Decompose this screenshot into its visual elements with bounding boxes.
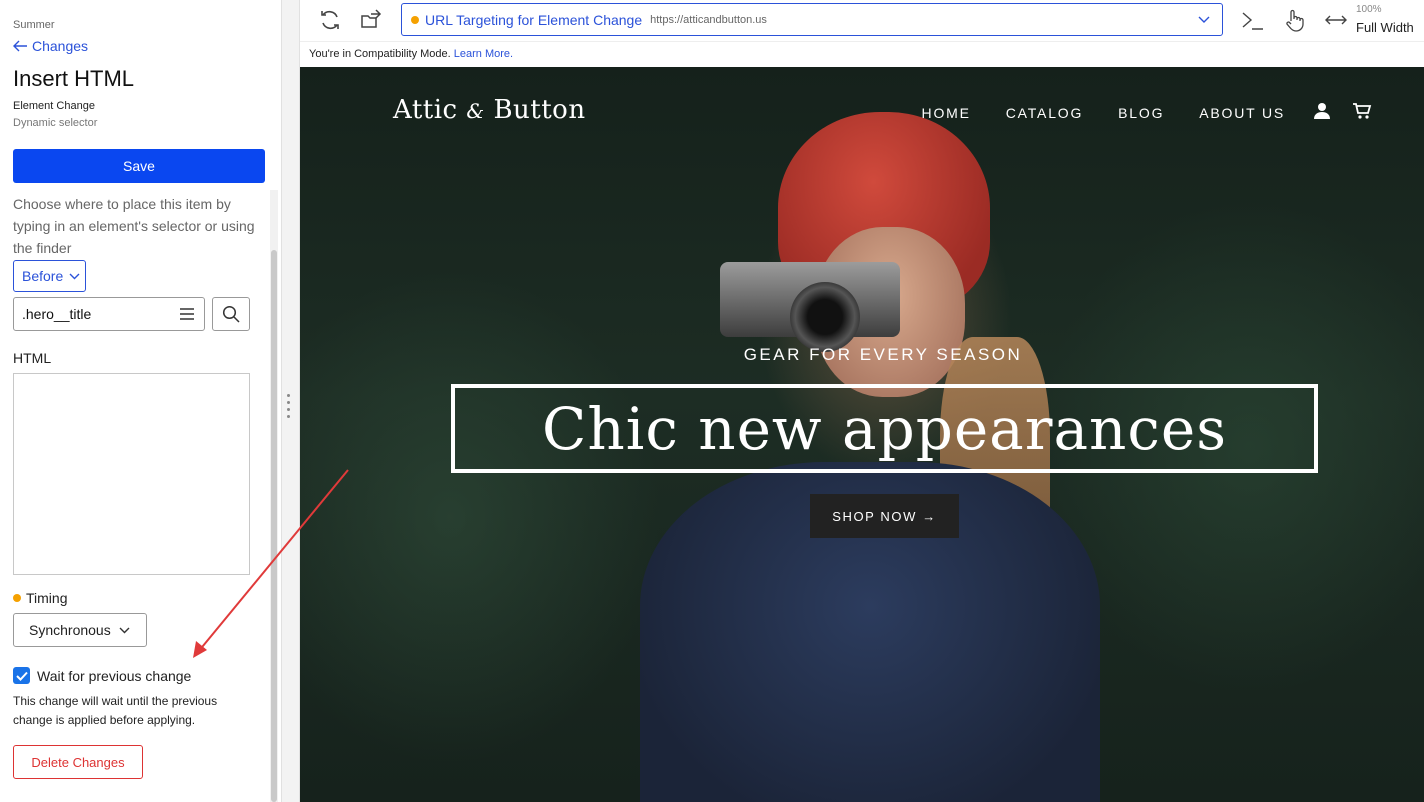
logo-word-1: Attic [393,95,458,125]
hero-photo-lens [790,282,860,352]
zoom-percent: 100% [1356,4,1382,15]
compat-message: You're in Compatibility Mode. [309,48,451,60]
chevron-down-icon [119,627,130,633]
save-button[interactable]: Save [13,149,265,183]
viewport-width-label[interactable]: Full Width [1356,20,1414,35]
position-select[interactable]: Before [13,260,86,292]
checkmark-icon [15,671,28,681]
url-address: https://atticandbutton.us [650,13,767,26]
hero-title[interactable]: Chic new appearances [451,384,1318,473]
panel-scrollbar-thumb[interactable] [271,250,277,802]
pointer-hand-icon[interactable] [1280,6,1308,34]
back-to-changes-link[interactable]: Changes [13,38,88,54]
wait-help-text: This change will wait until the previous… [13,694,218,727]
console-icon[interactable] [1238,6,1266,34]
chevron-down-icon [69,273,80,279]
cart-icon[interactable] [1352,101,1372,121]
timing-label: Timing [13,590,68,606]
arrow-left-icon [13,40,27,52]
site-nav: HOME CATALOG BLOG ABOUT US [922,105,1285,121]
site-logo[interactable]: Attic & Button [393,95,586,125]
hero-subtitle: GEAR FOR EVERY SEASON [743,345,1023,364]
url-target-name: URL Targeting for Element Change [425,11,643,28]
timing-label-text: Timing [26,590,68,606]
menu-lines-icon[interactable] [179,307,195,321]
compatibility-banner: You're in Compatibility Mode. Learn More… [300,41,1424,67]
editor-panel: Summer Changes Insert HTML Element Chang… [0,0,281,802]
preview-toolbar: URL Targeting for Element Change https:/… [300,0,1424,41]
chevron-down-icon [1198,16,1210,23]
finder-button[interactable] [212,297,250,331]
selector-input[interactable]: .hero__title [13,297,205,331]
logo-ampersand: & [466,99,485,123]
change-type: Element Change [13,100,95,112]
learn-more-link[interactable]: Learn More. [454,48,513,60]
wait-checkbox-row[interactable]: Wait for previous change [13,667,191,684]
timing-select-value: Synchronous [29,622,111,638]
selector-mode: Dynamic selector [13,117,98,129]
account-icon[interactable] [1312,101,1332,121]
selector-input-value: .hero__title [22,306,92,322]
site-preview[interactable]: Attic & Button HOME CATALOG BLOG ABOUT U… [300,67,1424,802]
back-label: Changes [32,38,89,54]
wait-checkbox-label: Wait for previous change [37,667,192,684]
position-select-value: Before [22,268,64,284]
handle-dot [287,394,290,397]
page-title: Insert HTML [13,66,135,91]
wait-checkbox[interactable] [13,667,30,684]
shop-now-button[interactable]: SHOP NOW → [810,494,959,538]
logo-word-2: Button [493,95,586,125]
resize-handle[interactable] [287,394,291,418]
nav-catalog[interactable]: CATALOG [1006,105,1083,121]
refresh-icon[interactable] [316,6,344,34]
handle-dot [287,415,290,418]
handle-dot [287,401,290,404]
breadcrumb: Summer [13,19,55,31]
html-textarea[interactable] [13,373,250,575]
delete-changes-button[interactable]: Delete Changes [13,745,143,779]
search-icon [222,305,240,323]
resize-horizontal-icon[interactable] [1322,6,1350,34]
html-label: HTML [13,350,52,366]
url-status-dot [411,15,419,24]
placement-help-text: Choose where to place this item by typin… [13,196,255,256]
nav-about-us[interactable]: ABOUT US [1199,105,1285,121]
handle-dot [287,408,290,411]
nav-home[interactable]: HOME [922,105,971,121]
timing-indicator-dot [13,594,21,602]
nav-icons [1312,101,1372,121]
open-external-icon[interactable] [357,6,385,34]
nav-blog[interactable]: BLOG [1118,105,1164,121]
timing-select[interactable]: Synchronous [13,613,147,647]
url-targeting-select[interactable]: URL Targeting for Element Change https:/… [401,3,1223,36]
